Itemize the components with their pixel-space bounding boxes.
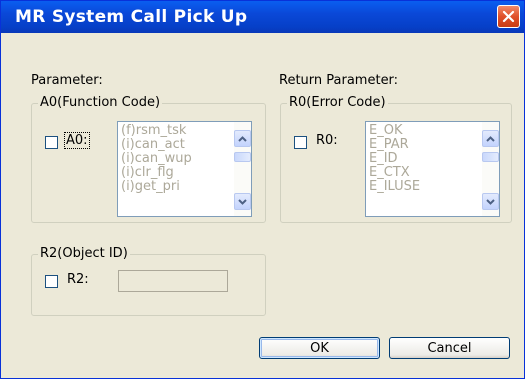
r2-object-id-field[interactable]: [118, 270, 228, 292]
list-item[interactable]: E_CTX: [366, 166, 499, 180]
ok-button-label: OK: [310, 340, 329, 356]
ok-button[interactable]: OK: [259, 337, 380, 359]
list-item[interactable]: (i)can_act: [118, 138, 251, 152]
title-bar[interactable]: MR System Call Pick Up: [1, 1, 524, 33]
close-button[interactable]: [497, 5, 520, 28]
list-item[interactable]: (i)clr_flg: [118, 166, 251, 180]
window-title: MR System Call Pick Up: [15, 7, 248, 27]
scroll-up-button[interactable]: [234, 130, 251, 147]
chevron-down-icon: [486, 198, 495, 205]
chevron-up-icon: [238, 135, 247, 142]
r0-checkbox-label[interactable]: R0:: [316, 133, 338, 148]
a0-list-scrollbar[interactable]: [234, 122, 251, 216]
chevron-down-icon: [238, 198, 247, 205]
scroll-thumb[interactable]: [234, 152, 251, 162]
a0-checkbox-label[interactable]: A0:: [64, 132, 90, 149]
list-item[interactable]: E_ID: [366, 152, 499, 166]
scroll-down-button[interactable]: [482, 193, 499, 210]
list-item[interactable]: E_PAR: [366, 138, 499, 152]
a0-checkbox[interactable]: [45, 136, 58, 149]
cancel-button-label: Cancel: [427, 340, 472, 356]
r2-checkbox-label[interactable]: R2:: [67, 272, 89, 287]
return-parameter-heading: Return Parameter:: [279, 73, 399, 88]
list-item[interactable]: (i)get_pri: [118, 180, 251, 194]
r0-error-code-list[interactable]: E_OK E_PAR E_ID E_CTX E_ILUSE: [365, 121, 500, 217]
parameter-heading: Parameter:: [31, 73, 103, 88]
r0-group-legend: R0(Error Code): [287, 95, 388, 110]
list-item[interactable]: E_ILUSE: [366, 180, 499, 194]
a0-group-legend: A0(Function Code): [38, 95, 163, 110]
r0-list-scrollbar[interactable]: [482, 122, 499, 216]
list-item[interactable]: E_OK: [366, 124, 499, 138]
dialog-window: MR System Call Pick Up Parameter: A0(Fun…: [0, 0, 525, 379]
scroll-thumb[interactable]: [482, 152, 499, 162]
scroll-up-button[interactable]: [482, 130, 499, 147]
r2-checkbox[interactable]: [45, 275, 58, 288]
a0-function-code-list[interactable]: (f)rsm_tsk (i)can_act (i)can_wup (i)clr_…: [117, 121, 252, 217]
cancel-button[interactable]: Cancel: [389, 337, 510, 359]
list-item[interactable]: (i)can_wup: [118, 152, 251, 166]
r0-checkbox[interactable]: [294, 136, 307, 149]
scroll-down-button[interactable]: [234, 193, 251, 210]
r2-group-legend: R2(Object ID): [38, 246, 130, 261]
list-item[interactable]: (f)rsm_tsk: [118, 124, 251, 138]
chevron-up-icon: [486, 135, 495, 142]
close-icon: [502, 10, 515, 23]
